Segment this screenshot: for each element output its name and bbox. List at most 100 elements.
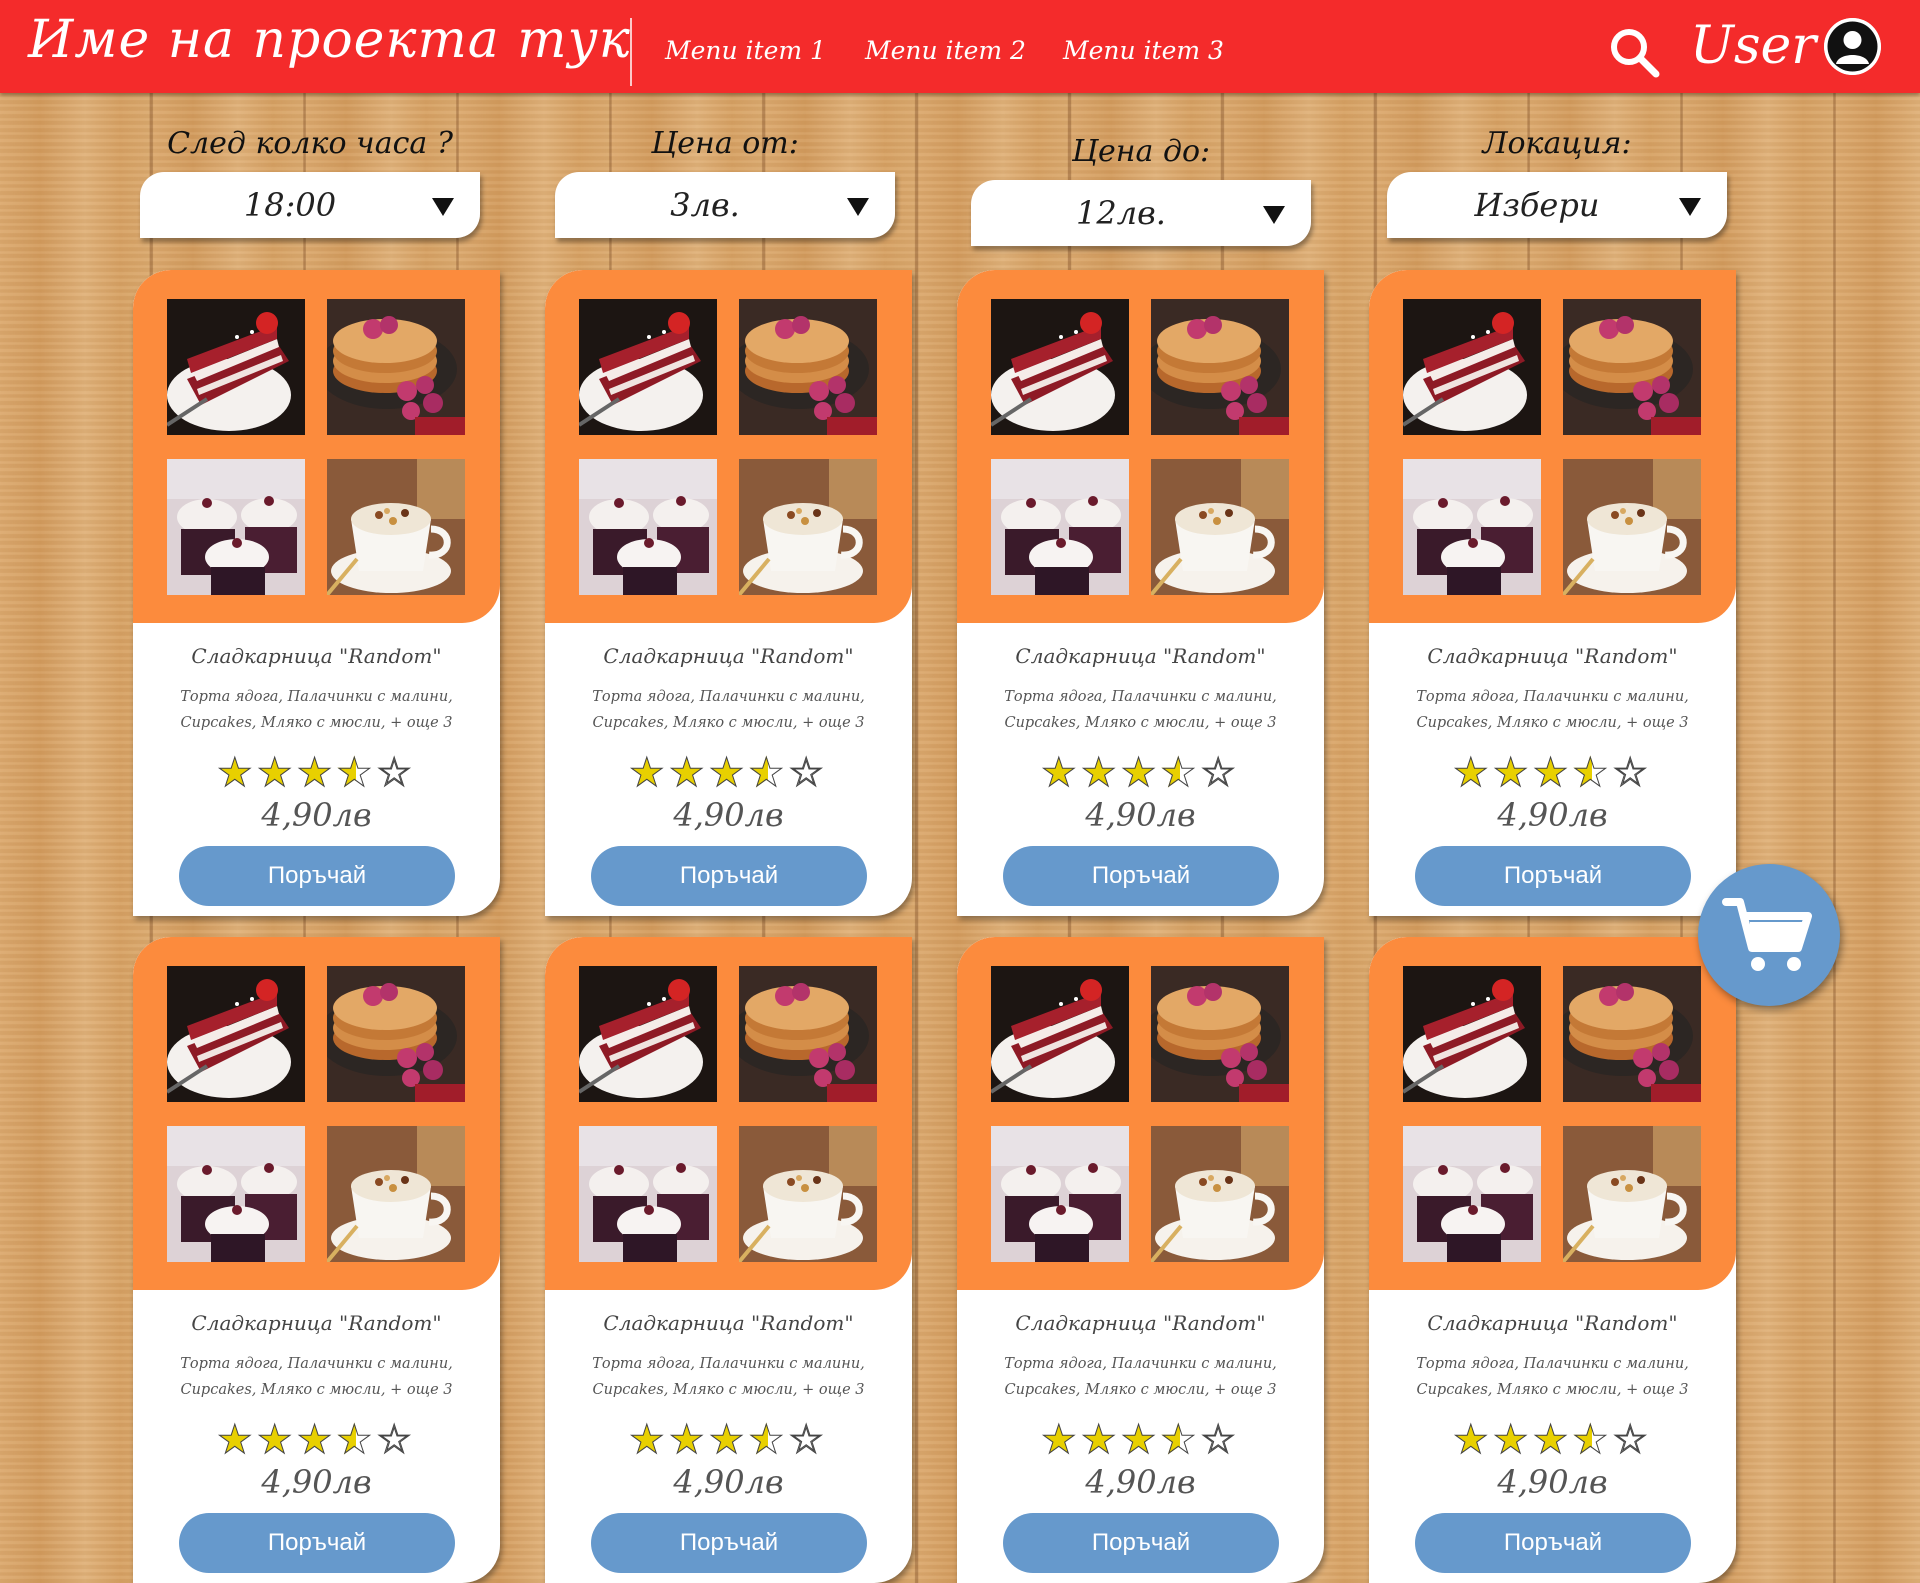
order-button[interactable]: Поръчай — [1003, 1513, 1279, 1573]
milk-muesli-image — [1563, 1126, 1701, 1262]
menu-item-2[interactable]: Menu item 2 — [865, 36, 1026, 65]
rating-stars: ★★★★☆ — [1369, 750, 1736, 796]
red-velvet-cake-image — [991, 299, 1129, 435]
filter-label-price-to: Цена до: — [1071, 134, 1211, 169]
shop-card[interactable]: Сладкарница "Random" Торта ядога, Палачин… — [1369, 270, 1736, 916]
card-image-panel — [957, 937, 1324, 1290]
product-description: Торта ядога, Палачинки с малини, Cupcakes… — [565, 684, 892, 736]
order-button[interactable]: Поръчай — [1415, 1513, 1691, 1573]
description-line-1: Торта ядога, Палачинки с малини, — [180, 1356, 453, 1372]
star-icon: ★ — [1040, 750, 1081, 796]
filter-label-location: Локация: — [1482, 126, 1632, 161]
order-button[interactable]: Поръчай — [591, 1513, 867, 1573]
description-line-1: Торта ядога, Палачинки с малини, — [1004, 1356, 1277, 1372]
shopping-cart-button[interactable] — [1698, 864, 1840, 1006]
star-icon: ★ — [1080, 1417, 1121, 1463]
star-icon: ★ — [668, 1417, 709, 1463]
filter-location-value: Избери — [1474, 186, 1600, 224]
milk-muesli-image — [739, 459, 877, 595]
price: 4,90лв — [1085, 796, 1196, 834]
description-line-2: Cupcakes, Мляко с мюсли, + още 3 — [180, 1382, 453, 1398]
filter-location-select[interactable]: Избери — [1387, 172, 1727, 238]
star-icon: ☆ — [376, 750, 417, 796]
shop-name: Сладкарница "Random" — [191, 644, 442, 668]
price: 4,90лв — [1085, 1463, 1196, 1501]
chevron-down-icon — [847, 198, 869, 216]
star-icon: ☆ — [1200, 750, 1241, 796]
star-icon: ★ — [1120, 1417, 1161, 1463]
shopping-cart-icon — [1722, 898, 1812, 971]
star-icon: ☆ — [788, 750, 829, 796]
project-title[interactable]: Име на проекта тук — [28, 10, 631, 70]
filter-price-to-value: 12лв. — [1076, 194, 1166, 232]
rating-stars: ★★★★☆ — [133, 750, 500, 796]
pancakes-raspberries-image — [1151, 299, 1289, 435]
star-icon: ★ — [1532, 750, 1573, 796]
description-line-1: Торта ядога, Палачинки с малини, — [180, 689, 453, 705]
star-icon: ★ — [1532, 1417, 1573, 1463]
star-icon: ★ — [296, 1417, 337, 1463]
order-button[interactable]: Поръчай — [591, 846, 867, 906]
price: 4,90лв — [673, 1463, 784, 1501]
star-icon: ☆ — [376, 1417, 417, 1463]
red-velvet-cake-image — [991, 966, 1129, 1102]
rating-stars: ★★★★☆ — [133, 1417, 500, 1463]
menu-item-3[interactable]: Menu item 3 — [1063, 36, 1224, 65]
filter-price-from-select[interactable]: 3лв. — [555, 172, 895, 238]
menu-item-1[interactable]: Menu item 1 — [665, 36, 826, 65]
header-divider — [630, 18, 632, 86]
pancakes-raspberries-image — [739, 966, 877, 1102]
order-button[interactable]: Поръчай — [179, 846, 455, 906]
product-description: Торта ядога, Палачинки с малини, Cupcakes… — [153, 684, 480, 736]
price: 4,90лв — [1497, 796, 1608, 834]
user-menu-label[interactable]: User — [1690, 16, 1816, 76]
filter-price-from-value: 3лв. — [670, 186, 740, 224]
star-icon: ★ — [1160, 750, 1201, 796]
filter-label-price-from: Цена от: — [651, 126, 799, 161]
shop-card[interactable]: Сладкарница "Random" Торта ядога, Палачин… — [545, 937, 912, 1583]
red-velvet-cake-image — [167, 299, 305, 435]
shop-name: Сладкарница "Random" — [1427, 644, 1678, 668]
shop-card[interactable]: Сладкарница "Random" Торта ядога, Палачин… — [133, 937, 500, 1583]
filter-label-hours: След колко часа ? — [167, 126, 453, 161]
filter-price-to-select[interactable]: 12лв. — [971, 180, 1311, 246]
cupcakes-image — [167, 459, 305, 595]
shop-name: Сладкарница "Random" — [603, 1311, 854, 1335]
red-velvet-cake-image — [1403, 299, 1541, 435]
star-icon: ★ — [216, 750, 257, 796]
shop-card[interactable]: Сладкарница "Random" Торта ядога, Палачин… — [1369, 937, 1736, 1583]
card-image-panel — [545, 270, 912, 623]
cupcakes-image — [1403, 1126, 1541, 1262]
milk-muesli-image — [1151, 459, 1289, 595]
milk-muesli-image — [1151, 1126, 1289, 1262]
star-icon: ★ — [1452, 1417, 1493, 1463]
cupcakes-image — [1403, 459, 1541, 595]
star-icon: ★ — [256, 1417, 297, 1463]
star-icon: ☆ — [1612, 1417, 1653, 1463]
description-line-2: Cupcakes, Мляко с мюсли, + още 3 — [1004, 715, 1277, 731]
order-button[interactable]: Поръчай — [179, 1513, 455, 1573]
product-description: Торта ядога, Палачинки с малини, Cupcakes… — [1389, 684, 1716, 736]
star-icon: ★ — [708, 1417, 749, 1463]
star-icon: ★ — [748, 750, 789, 796]
shop-card[interactable]: Сладкарница "Random" Торта ядога, Палачин… — [957, 937, 1324, 1583]
user-avatar-icon[interactable] — [1824, 18, 1881, 75]
search-icon[interactable] — [1608, 26, 1660, 78]
shop-card[interactable]: Сладкарница "Random" Торта ядога, Палачин… — [133, 270, 500, 916]
star-icon: ☆ — [1200, 1417, 1241, 1463]
description-line-2: Cupcakes, Мляко с мюсли, + още 3 — [1004, 1382, 1277, 1398]
shop-card[interactable]: Сладкарница "Random" Торта ядога, Палачин… — [957, 270, 1324, 916]
order-button[interactable]: Поръчай — [1415, 846, 1691, 906]
order-button[interactable]: Поръчай — [1003, 846, 1279, 906]
shop-card[interactable]: Сладкарница "Random" Торта ядога, Палачин… — [545, 270, 912, 916]
pancakes-raspberries-image — [1563, 299, 1701, 435]
rating-stars: ★★★★☆ — [545, 750, 912, 796]
filter-hours-select[interactable]: 18:00 — [140, 172, 480, 238]
card-image-panel — [957, 270, 1324, 623]
red-velvet-cake-image — [1403, 966, 1541, 1102]
description-line-2: Cupcakes, Мляко с мюсли, + още 3 — [180, 715, 453, 731]
star-icon: ★ — [296, 750, 337, 796]
star-icon: ★ — [628, 750, 669, 796]
product-description: Торта ядога, Палачинки с малини, Cupcakes… — [977, 1351, 1304, 1403]
cupcakes-image — [579, 459, 717, 595]
